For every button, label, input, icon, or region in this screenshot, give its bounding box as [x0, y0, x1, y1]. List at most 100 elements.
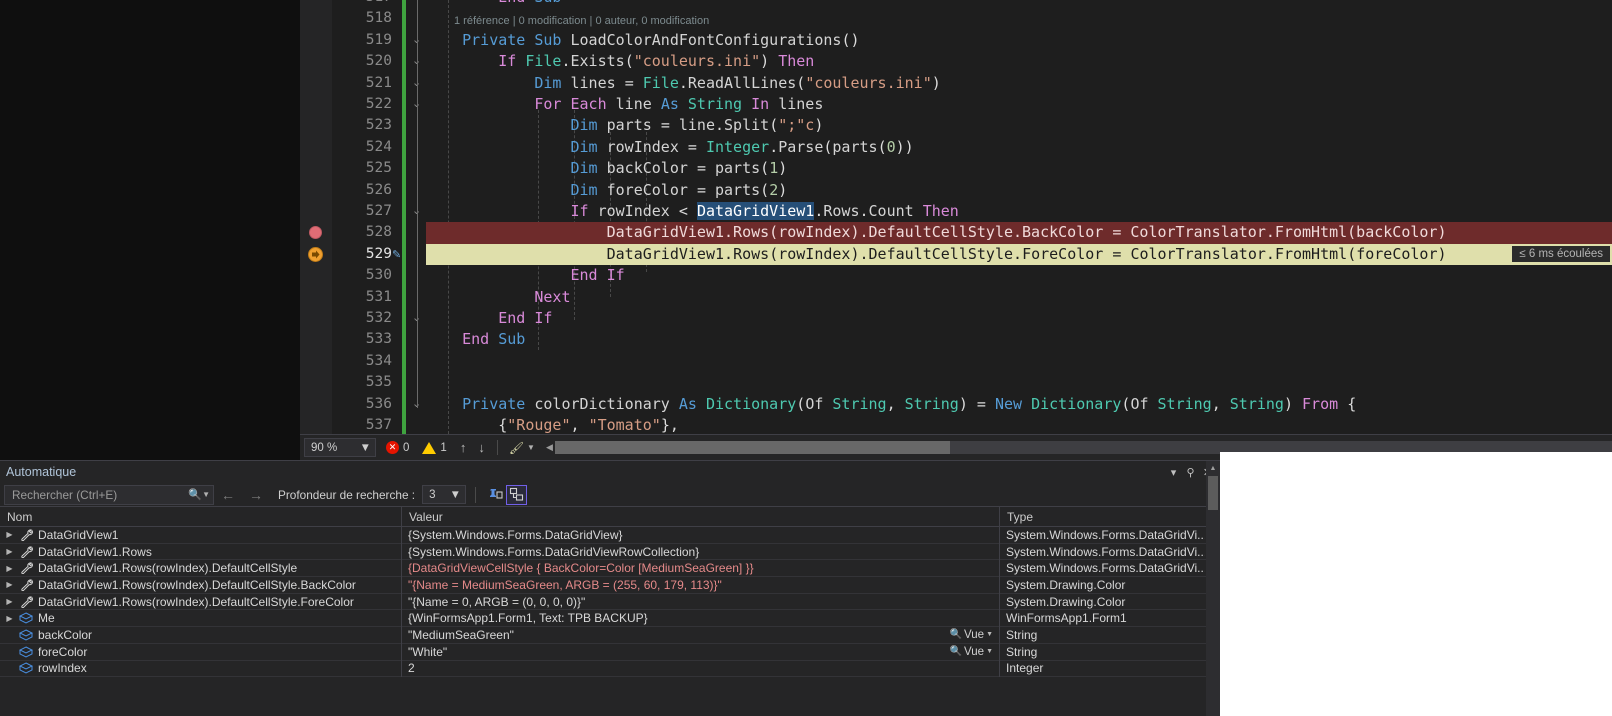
pin-column-icon[interactable]	[485, 485, 506, 505]
variable-name-cell[interactable]: ▶ Me	[0, 609, 402, 627]
column-header-name[interactable]: Nom	[0, 506, 402, 527]
line-number: 527	[365, 203, 392, 219]
code-line[interactable]: Private colorDictionary As Dictionary(Of…	[426, 394, 1356, 415]
code-line[interactable]: Private Sub LoadColorAndFontConfiguratio…	[426, 30, 859, 51]
search-depth-selector[interactable]: 3 ▼	[422, 485, 467, 504]
horizontal-scrollbar-thumb[interactable]	[554, 441, 950, 454]
variable-value-cell[interactable]: {WinFormsApp1.Form1, Text: TPB BACKUP}	[402, 609, 1000, 627]
code-line[interactable]: Dim lines = File.ReadAllLines("couleurs.…	[426, 73, 940, 94]
variable-value-cell[interactable]: {System.Windows.Forms.DataGridView}	[402, 527, 1000, 544]
variables-grid-body[interactable]: ▶ DataGridView1 {System.Windows.Forms.Data…	[0, 527, 1220, 716]
search-options-chevron-icon[interactable]: ▼	[202, 490, 210, 499]
line-number: 526	[365, 181, 392, 198]
change-tracking-bar	[402, 0, 406, 434]
expand-chevron-icon[interactable]: ▶	[4, 597, 15, 606]
column-header-type[interactable]: Type	[1000, 507, 1205, 527]
breakpoint-gutter[interactable]	[300, 0, 332, 434]
code-line[interactable]: DataGridView1.Rows(rowIndex).DefaultCell…	[426, 222, 1447, 243]
next-issue-button[interactable]: ↓	[478, 440, 485, 455]
variable-name-cell[interactable]: ▶ DataGridView1.Rows	[0, 543, 402, 560]
code-line[interactable]: End If	[426, 308, 552, 329]
chevron-down-icon: ▼	[449, 488, 462, 501]
variable-value-cell[interactable]: {System.Windows.Forms.DataGridViewRowCol…	[402, 543, 1000, 560]
autos-panel-toolbar: 🔍 ▼ ← → Profondeur de recherche : 3 ▼	[0, 483, 1220, 507]
column-header-value[interactable]: Valeur	[402, 506, 1000, 527]
variable-type-text: System.Windows.Forms.DataGridVi...	[1006, 561, 1205, 576]
expand-chevron-icon[interactable]: ▶	[4, 530, 15, 539]
code-line[interactable]: If rowIndex < DataGridView1.Rows.Count T…	[426, 201, 959, 222]
code-line[interactable]: DataGridView1.Rows(rowIndex).DefaultCell…	[426, 244, 1447, 265]
zoom-level-selector[interactable]: 90 % ▼	[304, 438, 376, 457]
variable-type-text: String	[1006, 627, 1038, 642]
code-surface[interactable]: End Sub Private Sub LoadColorAndFontConf…	[426, 0, 1612, 434]
variable-name-cell[interactable]: ▶ DataGridView1	[0, 527, 402, 544]
variable-row[interactable]: ▶ DataGridView1.Rows {System.Windows.Forms…	[0, 543, 1220, 561]
variable-row[interactable]: rowIndex 2 Integer	[0, 660, 1220, 678]
code-cleanup-icon[interactable]: 🖌	[509, 441, 524, 455]
warning-count-indicator[interactable]: 1	[422, 441, 447, 454]
variable-value-cell[interactable]: 2	[402, 660, 1000, 677]
variable-name-cell[interactable]: backColor	[0, 626, 402, 644]
scroll-left-icon[interactable]: ◀	[546, 442, 553, 453]
code-line[interactable]: For Each line As String In lines	[426, 94, 823, 115]
variable-value-text: {WinFormsApp1.Form1, Text: TPB BACKUP}	[408, 611, 648, 626]
variable-row[interactable]: ▶ Me {WinFormsApp1.Form1, Text: TPB BACKUP…	[0, 609, 1220, 628]
variable-value-cell[interactable]: "MediumSeaGreen" 🔍 Vue ▼	[402, 626, 1000, 644]
variable-value-cell[interactable]: {DataGridViewCellStyle { BackColor=Color…	[402, 559, 1000, 577]
variable-row[interactable]: ▶ DataGridView1.Rows(rowIndex).DefaultCel…	[0, 559, 1220, 578]
variable-value-cell[interactable]: "White" 🔍 Vue ▼	[402, 643, 1000, 660]
search-box[interactable]: 🔍 ▼	[4, 484, 214, 505]
code-line[interactable]: Dim parts = line.Split(";"c)	[426, 115, 824, 136]
code-line[interactable]: Dim rowIndex = Integer.Parse(parts(0))	[426, 137, 914, 158]
code-line[interactable]: End Sub	[426, 0, 561, 8]
panel-scrollbar-thumb[interactable]	[1208, 476, 1218, 510]
code-line[interactable]: {"Rouge", "Tomato"},	[426, 415, 679, 434]
panel-menu-chevron-icon[interactable]: ▾	[1165, 464, 1182, 481]
warning-icon	[422, 441, 437, 454]
code-line[interactable]: Dim foreColor = parts(2)	[426, 180, 788, 201]
code-cleanup-chevron-icon[interactable]: ▼	[527, 443, 535, 452]
error-count-indicator[interactable]: ✕ 0	[386, 441, 409, 454]
outlining-gutter[interactable]: ⌄ ⌄ ⌄ ⌄ ⌄ ⌄ ⌄	[408, 0, 426, 434]
code-line[interactable]: If File.Exists("couleurs.ini") Then	[426, 51, 814, 72]
code-editor[interactable]: 517 518 519 520 521 522 523 524 525 526 527 528 529 5…	[300, 0, 1612, 434]
code-line[interactable]: End If	[426, 265, 625, 286]
variable-name-cell[interactable]: ▶ DataGridView1.Rows(rowIndex).DefaultCel…	[0, 576, 402, 594]
variable-name-cell[interactable]: ▶ DataGridView1.Rows(rowIndex).DefaultCel…	[0, 593, 402, 610]
variable-row[interactable]: ▶ DataGridView1 {System.Windows.Forms.Data…	[0, 527, 1220, 544]
expand-chevron-icon[interactable]: ▶	[4, 580, 15, 589]
expand-chevron-icon[interactable]: ▶	[4, 614, 15, 623]
code-line[interactable]: Next	[426, 287, 570, 308]
variable-name-cell[interactable]: rowIndex	[0, 660, 402, 677]
variable-value-cell[interactable]: "{Name = MediumSeaGreen, ARGB = (255, 60…	[402, 576, 1000, 594]
variable-row[interactable]: ▶ DataGridView1.Rows(rowIndex).DefaultCel…	[0, 576, 1220, 594]
code-line[interactable]: End Sub	[426, 329, 525, 350]
line-number-gutter: 517 518 519 520 521 522 523 524 525 526 527 528 529 5…	[332, 0, 398, 434]
string-visualizer-button[interactable]: 🔍 Vue ▼	[950, 646, 999, 658]
string-visualizer-button[interactable]: 🔍 Vue ▼	[950, 629, 999, 641]
pin-icon[interactable]: ⚲	[1182, 464, 1199, 481]
variable-name-cell[interactable]: foreColor	[0, 643, 402, 660]
variable-row[interactable]: ▶ DataGridView1.Rows(rowIndex).DefaultCel…	[0, 593, 1220, 611]
search-input[interactable]	[10, 486, 189, 503]
variable-name-text: DataGridView1	[38, 527, 119, 542]
codelens-indicator[interactable]: 1 référence | 0 modification | 0 auteur,…	[454, 14, 709, 28]
local-variable-icon	[19, 612, 34, 624]
search-previous-icon[interactable]: ←	[221, 487, 235, 503]
variable-row[interactable]: foreColor "White" 🔍 Vue ▼ String	[0, 643, 1220, 661]
expand-chevron-icon[interactable]: ▶	[4, 564, 15, 573]
search-next-icon[interactable]: →	[249, 487, 263, 503]
expand-chevron-icon[interactable]: ▶	[4, 547, 15, 556]
variable-value-cell[interactable]: "{Name = 0, ARGB = (0, 0, 0, 0)}"	[402, 593, 1000, 610]
previous-issue-button[interactable]: ↑	[460, 440, 467, 455]
show-raw-structure-icon[interactable]	[506, 484, 528, 505]
current-statement-arrow-icon[interactable]	[308, 246, 323, 262]
variable-name-cell[interactable]: ▶ DataGridView1.Rows(rowIndex).DefaultCel…	[0, 559, 402, 577]
search-icon[interactable]: 🔍	[188, 488, 202, 501]
variable-type-cell: Integer	[1000, 660, 1205, 677]
toolbar-separator	[475, 486, 477, 503]
variable-row[interactable]: backColor "MediumSeaGreen" 🔍 Vue ▼ String	[0, 626, 1220, 644]
code-line[interactable]: Dim backColor = parts(1)	[426, 158, 788, 179]
panel-vertical-scrollbar[interactable]: ▲	[1206, 461, 1220, 716]
scroll-up-icon[interactable]: ▲	[1206, 461, 1220, 475]
